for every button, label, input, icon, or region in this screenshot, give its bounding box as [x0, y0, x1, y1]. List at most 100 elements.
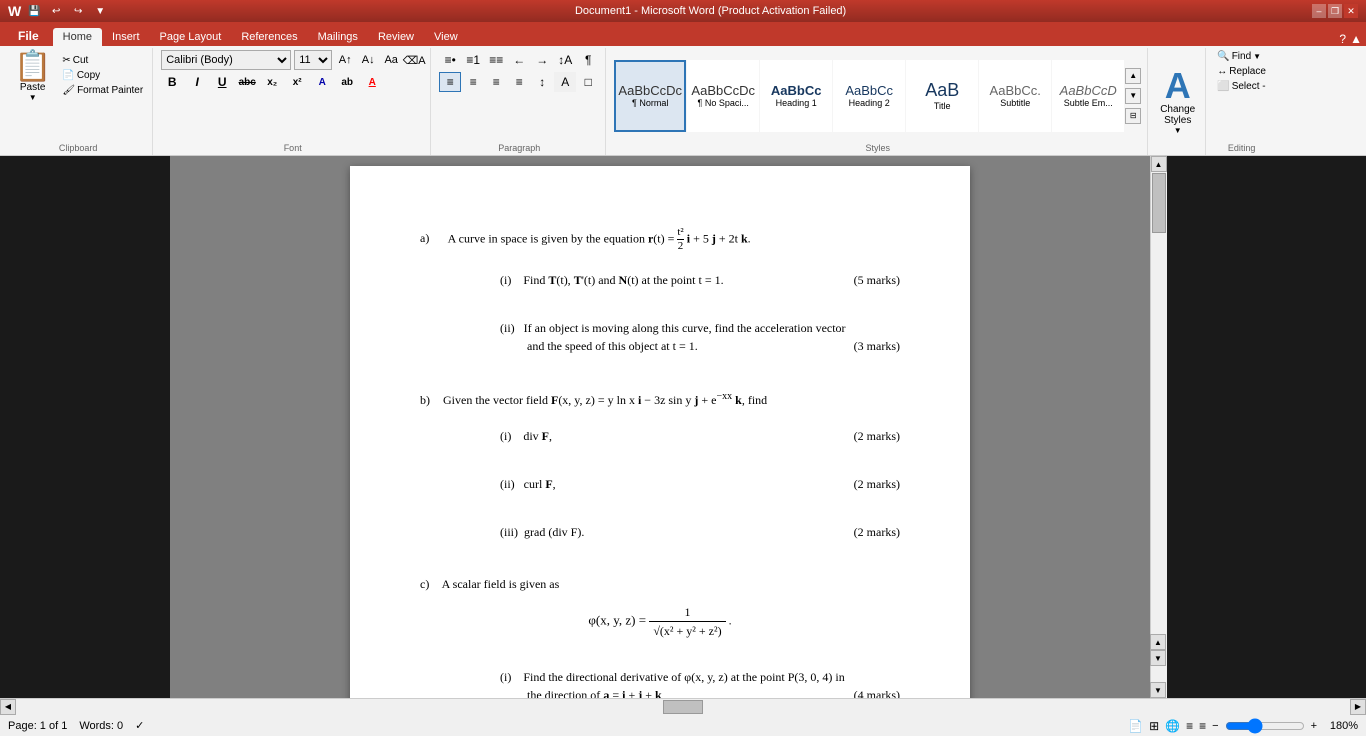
clear-format-button[interactable]: ⌫A — [404, 50, 424, 70]
quick-access-undo[interactable]: ↩ — [47, 2, 65, 20]
ribbon-collapse-icon[interactable]: ▲ — [1350, 32, 1362, 46]
style-normal[interactable]: AaBbCcDc ¶ Normal — [614, 60, 686, 132]
find-dropdown-icon[interactable]: ▼ — [1253, 52, 1261, 61]
ribbon: 📋 Paste ▼ ✂ Cut 📄 Copy 🖌 Format Painter — [0, 46, 1366, 156]
tab-review[interactable]: Review — [368, 28, 424, 46]
tab-page-layout[interactable]: Page Layout — [150, 28, 232, 46]
scroll-thumb[interactable] — [1152, 173, 1166, 233]
tab-insert[interactable]: Insert — [102, 28, 150, 46]
tab-home[interactable]: Home — [53, 28, 102, 46]
bullets-button[interactable]: ≡• — [439, 50, 461, 70]
title-bar: W 💾 ↩ ↪ ▼ Document1 - Microsoft Word (Pr… — [0, 0, 1366, 22]
numbering-button[interactable]: ≡1 — [462, 50, 484, 70]
change-case-button[interactable]: Aa — [381, 50, 401, 70]
view-print-icon[interactable]: 📄 — [1128, 719, 1143, 733]
paste-dropdown-icon[interactable]: ▼ — [29, 93, 37, 102]
view-fullscreen-icon[interactable]: ⊞ — [1149, 719, 1159, 733]
paste-button[interactable]: 📋 Paste ▼ — [10, 50, 55, 104]
increase-indent-button[interactable]: → — [531, 50, 553, 70]
justify-button[interactable]: ≡ — [508, 72, 530, 92]
find-button[interactable]: 🔍 Find ▼ — [1214, 50, 1264, 63]
subscript-button[interactable]: x₂ — [261, 72, 283, 92]
cut-button[interactable]: ✂ Cut — [59, 54, 146, 67]
sort-button[interactable]: ↕A — [554, 50, 576, 70]
change-styles-button[interactable]: A Change Styles ▼ — [1156, 64, 1199, 139]
style-subtle-em-label: Subtle Em... — [1064, 98, 1113, 108]
increase-font-button[interactable]: A↑ — [335, 50, 355, 70]
sidebar-right — [1166, 156, 1366, 698]
multilevel-button[interactable]: ≡≡ — [485, 50, 507, 70]
change-styles-icon: A — [1165, 68, 1191, 104]
style-heading1[interactable]: AaBbCc Heading 1 — [760, 60, 832, 132]
scroll-left-arrow[interactable]: ◀ — [0, 699, 16, 715]
line-spacing-button[interactable]: ↕ — [531, 72, 553, 92]
scroll-up-arrow[interactable]: ▲ — [1151, 156, 1167, 172]
minimize-button[interactable]: – — [1312, 4, 1326, 18]
style-heading2[interactable]: AaBbCc Heading 2 — [833, 60, 905, 132]
superscript-button[interactable]: x² — [286, 72, 308, 92]
bold-button[interactable]: B — [161, 72, 183, 92]
quick-access-save[interactable]: 💾 — [25, 2, 43, 20]
view-web-icon[interactable]: 🌐 — [1165, 719, 1180, 733]
replace-button[interactable]: ↔ Replace — [1214, 65, 1269, 78]
zoom-minus-button[interactable]: − — [1212, 720, 1218, 732]
close-button[interactable]: ✕ — [1344, 4, 1358, 18]
align-center-button[interactable]: ≡ — [462, 72, 484, 92]
zoom-level[interactable]: 180% — [1323, 720, 1358, 732]
document-content: a) A curve in space is given by the equa… — [420, 226, 900, 698]
font-size-select[interactable]: 11 — [294, 50, 332, 70]
copy-button[interactable]: 📄 Copy — [59, 69, 146, 82]
change-styles-content: A Change Styles ▼ — [1156, 50, 1199, 153]
show-marks-button[interactable]: ¶ — [577, 50, 599, 70]
text-effects-button[interactable]: A — [311, 72, 333, 92]
para-row-2: ≡ ≡ ≡ ≡ ↕ A □ — [439, 72, 599, 92]
quick-access-redo[interactable]: ↪ — [69, 2, 87, 20]
scroll-down-arrow[interactable]: ▼ — [1150, 682, 1166, 698]
style-no-spacing[interactable]: AaBbCcDc ¶ No Spaci... — [687, 60, 759, 132]
scroll-bottom-up[interactable]: ▲ — [1150, 634, 1166, 650]
strikethrough-button[interactable]: abc — [236, 72, 258, 92]
tab-references[interactable]: References — [231, 28, 307, 46]
zoom-slider[interactable] — [1225, 718, 1305, 734]
select-button[interactable]: ⬜ Select - — [1214, 80, 1268, 93]
font-color-button[interactable]: A — [361, 72, 383, 92]
restore-button[interactable]: ❐ — [1328, 4, 1342, 18]
borders-button[interactable]: □ — [577, 72, 599, 92]
style-subtle-em[interactable]: AaBbCcD Subtle Em... — [1052, 60, 1124, 132]
decrease-font-button[interactable]: A↓ — [358, 50, 378, 70]
styles-scroll-up[interactable]: ▲ — [1125, 68, 1141, 84]
text-highlight-button[interactable]: ab — [336, 72, 358, 92]
spell-check-icon[interactable]: ✓ — [135, 719, 144, 732]
italic-button[interactable]: I — [186, 72, 208, 92]
ribbon-help-icon[interactable]: ? — [1339, 32, 1346, 46]
style-no-spacing-label: ¶ No Spaci... — [698, 98, 749, 108]
document-center: a) A curve in space is given by the equa… — [170, 156, 1150, 698]
quick-access-customize[interactable]: ▼ — [91, 2, 109, 20]
style-title[interactable]: AaB Title — [906, 60, 978, 132]
shading-button[interactable]: A — [554, 72, 576, 92]
tab-view[interactable]: View — [424, 28, 468, 46]
question-b-iii-marks: (2 marks) — [854, 523, 900, 541]
zoom-plus-button[interactable]: + — [1311, 720, 1317, 732]
tab-mailings[interactable]: Mailings — [308, 28, 368, 46]
question-a-ii: (ii) If an object is moving along this c… — [480, 319, 900, 355]
document-page[interactable]: a) A curve in space is given by the equa… — [350, 166, 970, 698]
styles-scroll-more[interactable]: ⊟ — [1125, 108, 1141, 124]
decrease-indent-button[interactable]: ← — [508, 50, 530, 70]
format-painter-icon: 🖌 — [62, 85, 75, 96]
scroll-right-arrow[interactable]: ▶ — [1350, 699, 1366, 715]
view-draft-icon[interactable]: ≡ — [1199, 719, 1206, 733]
font-name-select[interactable]: Calibri (Body) — [161, 50, 291, 70]
underline-button[interactable]: U — [211, 72, 233, 92]
change-styles-dropdown-icon[interactable]: ▼ — [1174, 126, 1182, 135]
align-right-button[interactable]: ≡ — [485, 72, 507, 92]
tab-file[interactable]: File — [4, 26, 53, 46]
scroll-bottom-down[interactable]: ▼ — [1150, 650, 1166, 666]
view-outline-icon[interactable]: ≡ — [1186, 719, 1193, 733]
align-left-button[interactable]: ≡ — [439, 72, 461, 92]
h-scroll-thumb[interactable] — [663, 700, 703, 714]
editing-label: Editing — [1228, 141, 1256, 153]
format-painter-button[interactable]: 🖌 Format Painter — [59, 84, 146, 97]
styles-scroll-down[interactable]: ▼ — [1125, 88, 1141, 104]
style-subtitle[interactable]: AaBbCc. Subtitle — [979, 60, 1051, 132]
